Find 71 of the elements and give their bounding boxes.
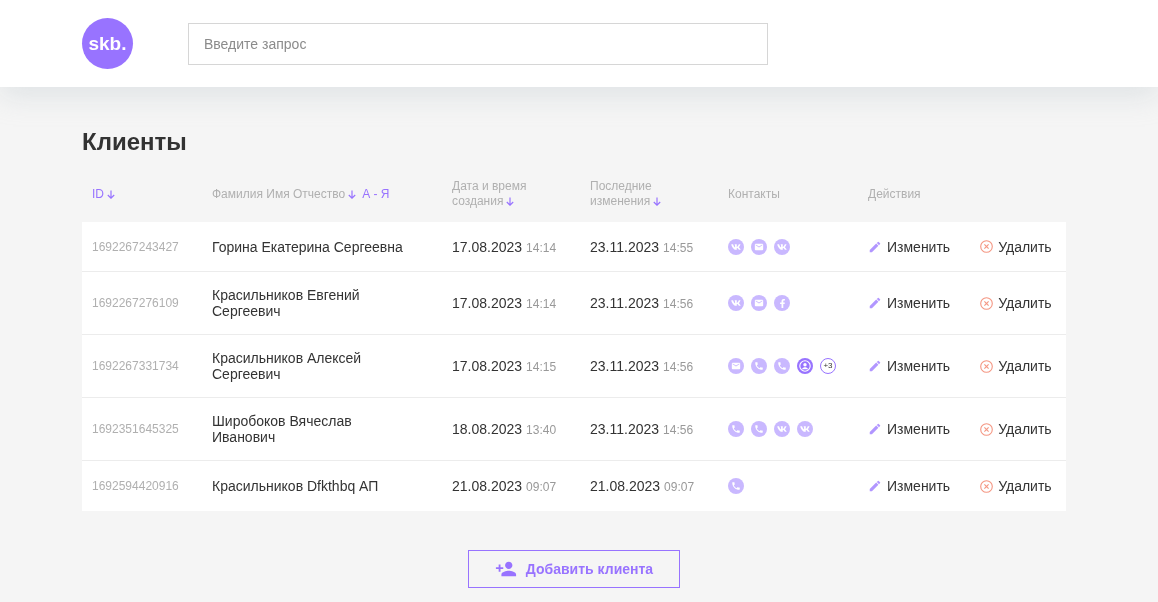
created-date: 21.08.2023 (452, 478, 523, 494)
client-id: 1692351645325 (91, 422, 179, 436)
delete-button[interactable]: Удалить (980, 478, 1052, 494)
vk-logo-icon[interactable] (774, 421, 790, 437)
user-icon[interactable] (797, 358, 813, 374)
updated-time: 09:07 (664, 480, 695, 494)
updated-time: 14:56 (663, 423, 694, 437)
updated-date: 23.11.2023 (590, 295, 660, 311)
created-date: 18.08.2023 (452, 421, 523, 437)
logo: skb. (82, 18, 133, 69)
client-name: Красильников Dfkthbq АП (212, 478, 379, 494)
updated-date: 23.11.2023 (590, 421, 660, 437)
phone-icon[interactable] (774, 358, 790, 374)
edit-button[interactable]: Изменить (868, 238, 951, 255)
envelope-icon[interactable] (728, 358, 744, 374)
pencil-icon (868, 422, 882, 436)
updated-time: 14:56 (663, 297, 694, 311)
updated-date: 23.11.2023 (590, 238, 660, 255)
client-id: 1692267276109 (91, 296, 179, 310)
created-time: 13:40 (526, 423, 557, 437)
delete-button[interactable]: Удалить (980, 421, 1052, 437)
delete-button[interactable]: Удалить (980, 295, 1052, 311)
client-name: Широбоков Вячеслав Иванович (212, 413, 353, 445)
client-name: Красильников Евгений Сергеевич (212, 287, 361, 319)
delete-button[interactable]: Удалить (980, 358, 1052, 374)
updated-date: 23.11.2023 (590, 358, 660, 374)
client-id: 1692267243427 (91, 239, 179, 254)
edit-button[interactable]: Изменить (868, 358, 951, 374)
column-header: Контакты (728, 186, 780, 202)
updated-time: 14:55 (663, 240, 694, 255)
vk-logo-icon[interactable] (797, 421, 813, 437)
edit-button[interactable]: Изменить (868, 295, 951, 311)
cross-circle-icon (980, 359, 994, 373)
client-id: 1692267331734 (91, 359, 179, 373)
created-date: 17.08.2023 (452, 238, 523, 255)
envelope-icon[interactable] (751, 295, 767, 311)
page-title: Клиенты (82, 127, 188, 157)
client-name: Горина Екатерина Сергеевна (212, 238, 403, 255)
edit-button[interactable]: Изменить (868, 478, 951, 494)
created-time: 14:14 (526, 297, 557, 311)
vk-logo-icon[interactable] (728, 238, 744, 255)
updated-time: 14:56 (663, 360, 694, 374)
vk-logo-icon[interactable] (728, 295, 744, 311)
cross-circle-icon (980, 240, 994, 253)
pencil-icon (868, 359, 882, 373)
cross-circle-icon (980, 479, 994, 493)
client-name: Красильников Алексей Сергеевич (212, 350, 363, 382)
phone-icon[interactable] (728, 478, 744, 494)
cross-circle-icon (980, 422, 994, 436)
edit-button[interactable]: Изменить (868, 421, 951, 437)
created-date: 17.08.2023 (452, 358, 523, 374)
created-time: 14:14 (526, 240, 557, 255)
pencil-icon (868, 479, 882, 493)
phone-icon[interactable] (751, 358, 767, 374)
phone-icon[interactable] (751, 421, 767, 437)
created-time: 14:15 (526, 360, 557, 374)
created-date: 17.08.2023 (452, 295, 523, 311)
updated-date: 21.08.2023 (590, 478, 661, 494)
pencil-icon (868, 296, 882, 310)
phone-icon[interactable] (728, 421, 744, 437)
client-id: 1692594420916 (91, 479, 179, 493)
created-time: 09:07 (526, 480, 557, 494)
cross-circle-icon (980, 296, 994, 310)
column-header: Действия (868, 186, 921, 202)
pencil-icon (868, 239, 882, 254)
vk-logo-icon[interactable] (774, 238, 790, 255)
envelope-icon[interactable] (751, 238, 767, 255)
delete-button[interactable]: Удалить (980, 238, 1052, 255)
search-field[interactable]: Введите запрос (188, 22, 768, 65)
facebook-logo-icon[interactable] (774, 295, 790, 311)
more-contacts-button[interactable]: +3 (820, 358, 836, 374)
